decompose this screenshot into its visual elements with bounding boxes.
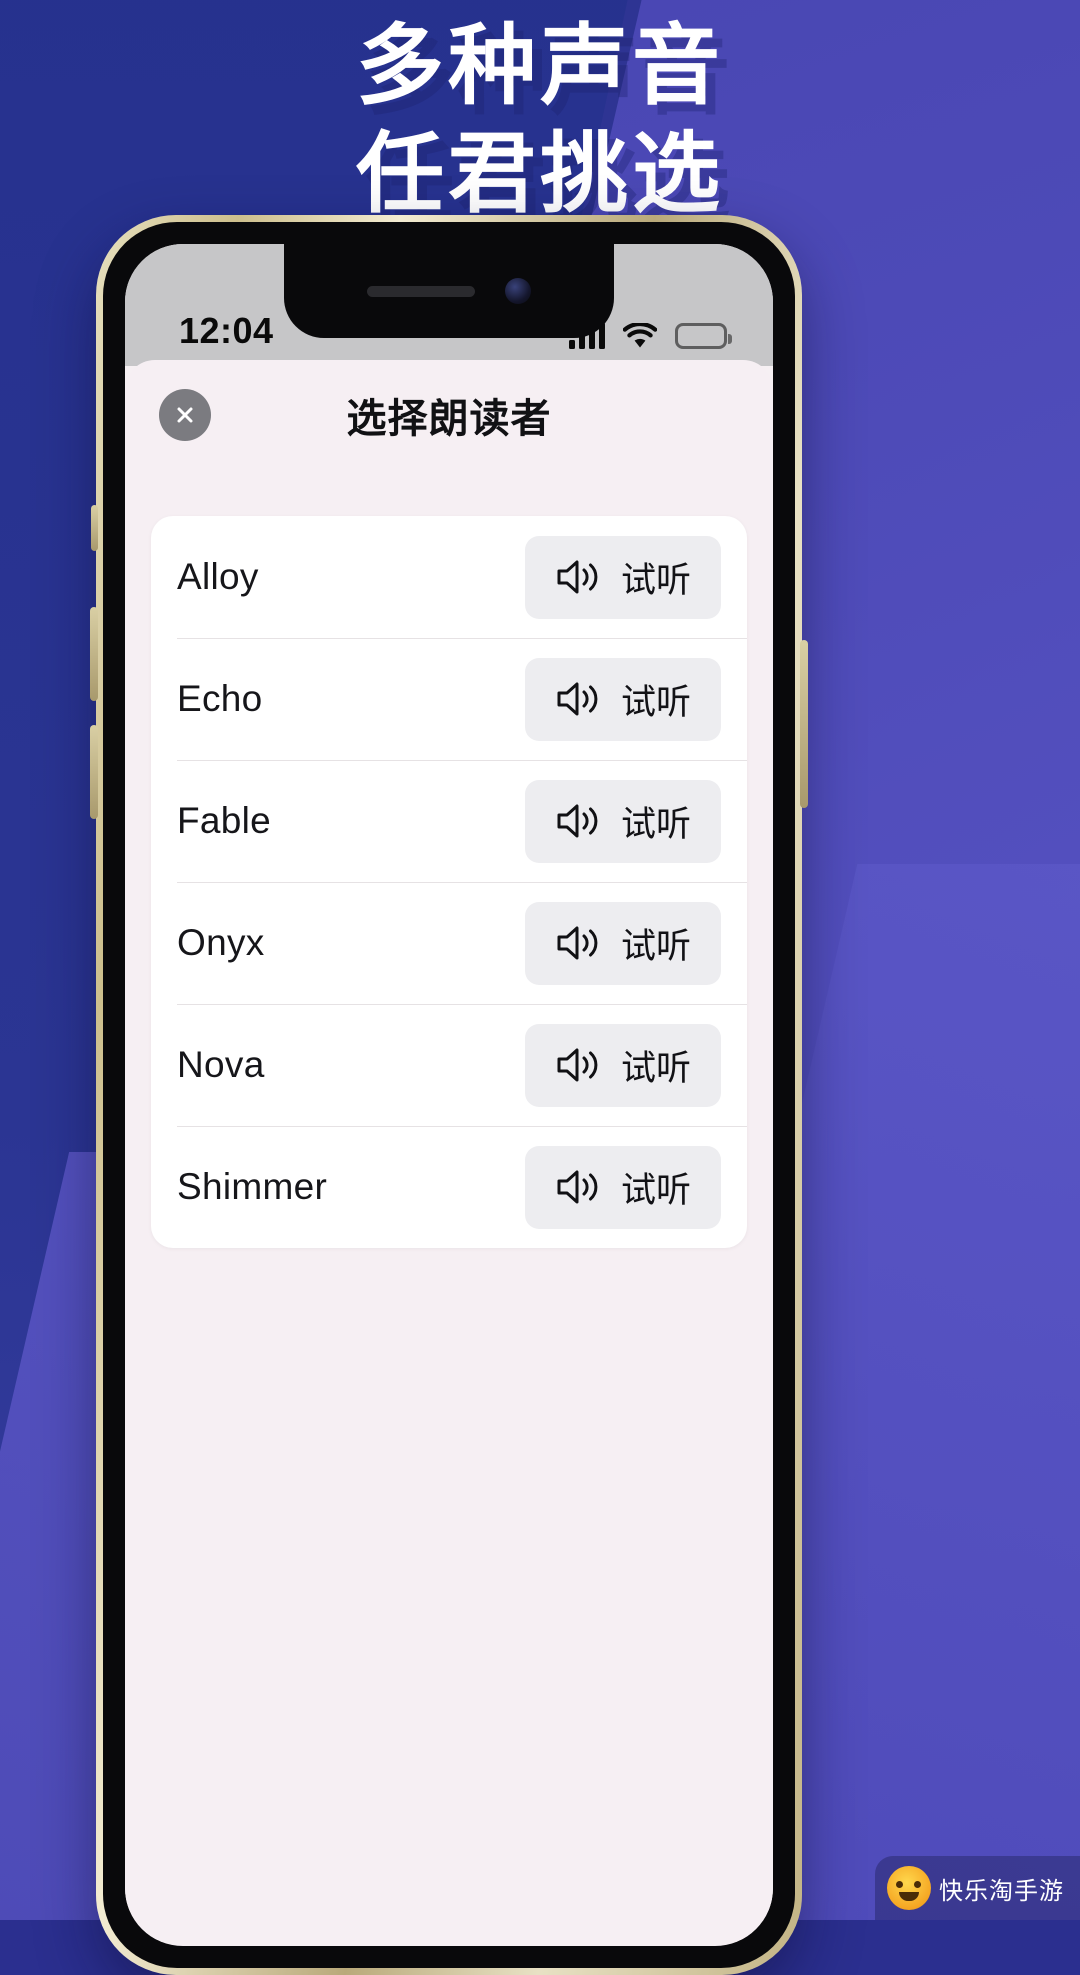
voice-name: Echo — [177, 678, 263, 719]
status-bar: 12:04 — [125, 244, 773, 366]
promo-headline: 多种声音 任君挑选 — [0, 16, 1080, 224]
voice-name: Onyx — [177, 922, 265, 963]
voice-list-card: Alloy 试听 Echo 试听 Fable 试听 Onyx 试听 Nova 试… — [151, 516, 747, 1248]
status-bar-clock: 12:04 — [179, 310, 274, 351]
list-item[interactable]: Echo 试听 — [151, 638, 747, 760]
volume-up-button[interactable] — [90, 607, 98, 701]
watermark: 快乐淘手游 — [875, 1856, 1080, 1920]
voice-name: Nova — [177, 1044, 265, 1085]
preview-button[interactable]: 试听 — [524, 901, 721, 985]
battery-icon — [675, 323, 732, 349]
preview-label: 试听 — [620, 926, 691, 966]
voice-name: Fable — [177, 800, 272, 841]
preview-label: 试听 — [620, 804, 691, 844]
list-item[interactable]: Fable 试听 — [151, 760, 747, 882]
power-button[interactable] — [800, 640, 808, 808]
volume-down-button[interactable] — [90, 725, 98, 819]
watermark-text: 快乐淘手游 — [939, 1877, 1064, 1905]
headline-line-2: 任君挑选 — [355, 124, 724, 223]
page-title: 选择朗读者 — [346, 397, 552, 441]
preview-button[interactable]: 试听 — [524, 1023, 721, 1107]
front-camera-icon — [505, 278, 531, 304]
preview-label: 试听 — [620, 560, 691, 600]
preview-button[interactable]: 试听 — [524, 657, 721, 741]
preview-button[interactable]: 试听 — [524, 779, 721, 863]
phone-body: 12:04 选择朗读者 Alloy 试听 Echo 试听 Fable 试听 On… — [103, 222, 795, 1968]
speaker-wave-icon — [557, 804, 598, 838]
close-icon — [177, 407, 193, 423]
list-item[interactable]: Shimmer 试听 — [151, 1126, 747, 1248]
voice-name: Shimmer — [177, 1166, 328, 1207]
phone-screen: 12:04 选择朗读者 Alloy 试听 Echo 试听 Fable 试听 On… — [125, 244, 773, 1946]
speaker-wave-icon — [557, 1048, 598, 1082]
voice-name: Alloy — [177, 556, 259, 597]
wifi-icon — [622, 321, 658, 349]
close-button[interactable] — [159, 389, 211, 441]
smiley-face-icon — [887, 1866, 931, 1910]
speaker-wave-icon — [557, 926, 598, 960]
list-item[interactable]: Onyx 试听 — [151, 882, 747, 1004]
headline-line-1: 多种声音 — [355, 16, 724, 115]
list-item[interactable]: Nova 试听 — [151, 1004, 747, 1126]
earpiece-speaker-grille — [367, 285, 475, 297]
modal-header: 选择朗读者 — [125, 360, 773, 470]
app-content: 选择朗读者 Alloy 试听 Echo 试听 Fable 试听 Onyx 试听 … — [125, 360, 773, 1940]
phone-mockup: 12:04 选择朗读者 Alloy 试听 Echo 试听 Fable 试听 On… — [90, 215, 808, 1975]
preview-label: 试听 — [620, 1170, 691, 1210]
speaker-wave-icon — [557, 682, 598, 716]
preview-label: 试听 — [620, 1048, 691, 1088]
preview-label: 试听 — [620, 682, 691, 722]
speaker-wave-icon — [557, 1170, 598, 1204]
speaker-wave-icon — [557, 560, 598, 594]
phone-notch — [284, 244, 614, 338]
mute-switch[interactable] — [91, 505, 98, 551]
preview-button[interactable]: 试听 — [524, 1145, 721, 1229]
preview-button[interactable]: 试听 — [524, 535, 721, 619]
list-item[interactable]: Alloy 试听 — [151, 516, 747, 638]
